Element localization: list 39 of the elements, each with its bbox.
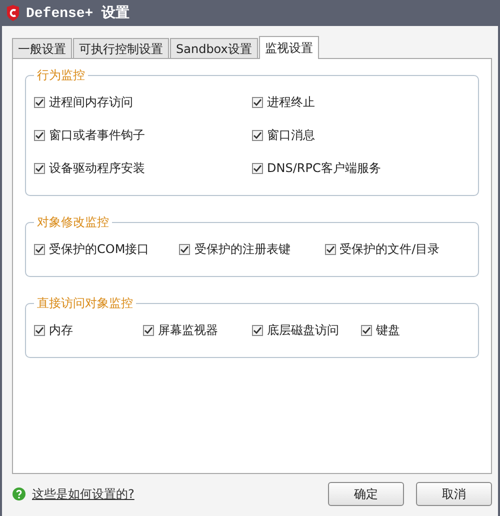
checkbox[interactable] — [34, 244, 45, 255]
help-icon — [12, 487, 26, 501]
checkbox-label[interactable]: 内存 — [49, 322, 73, 339]
checkbox[interactable] — [361, 325, 372, 336]
checkbox[interactable] — [324, 244, 336, 255]
group-title: 行为监控 — [36, 67, 86, 84]
tab[interactable]: Sandbox设置 — [170, 38, 258, 58]
checkbox[interactable] — [34, 130, 45, 141]
checkbox[interactable] — [34, 163, 45, 174]
help-link[interactable]: 这些是如何设置的? — [32, 486, 134, 502]
group-title: 直接访问对象监控 — [36, 295, 134, 312]
checkbox-label[interactable]: 屏幕监视器 — [158, 322, 218, 339]
checkbox-label[interactable]: 设备驱动程序安装 — [49, 160, 145, 177]
checkbox-label[interactable]: DNS/RPC客户端服务 — [267, 160, 381, 177]
checkbox-label[interactable]: 受保护的文件/目录 — [340, 241, 440, 258]
checkbox-label[interactable]: 窗口消息 — [267, 127, 315, 144]
checkbox[interactable] — [179, 244, 190, 255]
checkbox-label[interactable]: 键盘 — [376, 322, 400, 339]
dialog-button[interactable]: 取消 — [416, 482, 492, 506]
checkbox-label[interactable]: 受保护的注册表键 — [194, 241, 290, 258]
checkbox-label[interactable]: 受保护的COM接口 — [49, 241, 150, 258]
checkbox[interactable] — [34, 97, 45, 108]
group-title: 对象修改监控 — [36, 214, 110, 231]
checkbox[interactable] — [143, 325, 154, 336]
window-title: Defense+ 设置 — [26, 4, 130, 22]
shield-icon — [6, 5, 20, 21]
checkbox[interactable] — [252, 97, 263, 108]
checkbox-label[interactable]: 进程间内存访问 — [49, 94, 133, 111]
checkbox-label[interactable]: 进程终止 — [267, 94, 315, 111]
checkbox-label[interactable]: 窗口或者事件钩子 — [49, 127, 145, 144]
checkbox[interactable] — [34, 325, 45, 336]
tab[interactable]: 一般设置 — [12, 38, 72, 58]
tab[interactable]: 可执行控制设置 — [73, 38, 169, 58]
checkbox-label[interactable]: 底层磁盘访问 — [267, 322, 339, 339]
checkbox[interactable] — [252, 163, 263, 174]
checkbox[interactable] — [252, 130, 263, 141]
dialog-button[interactable]: 确定 — [328, 482, 404, 506]
tab[interactable]: 监视设置 — [258, 36, 319, 59]
checkbox[interactable] — [252, 325, 263, 336]
